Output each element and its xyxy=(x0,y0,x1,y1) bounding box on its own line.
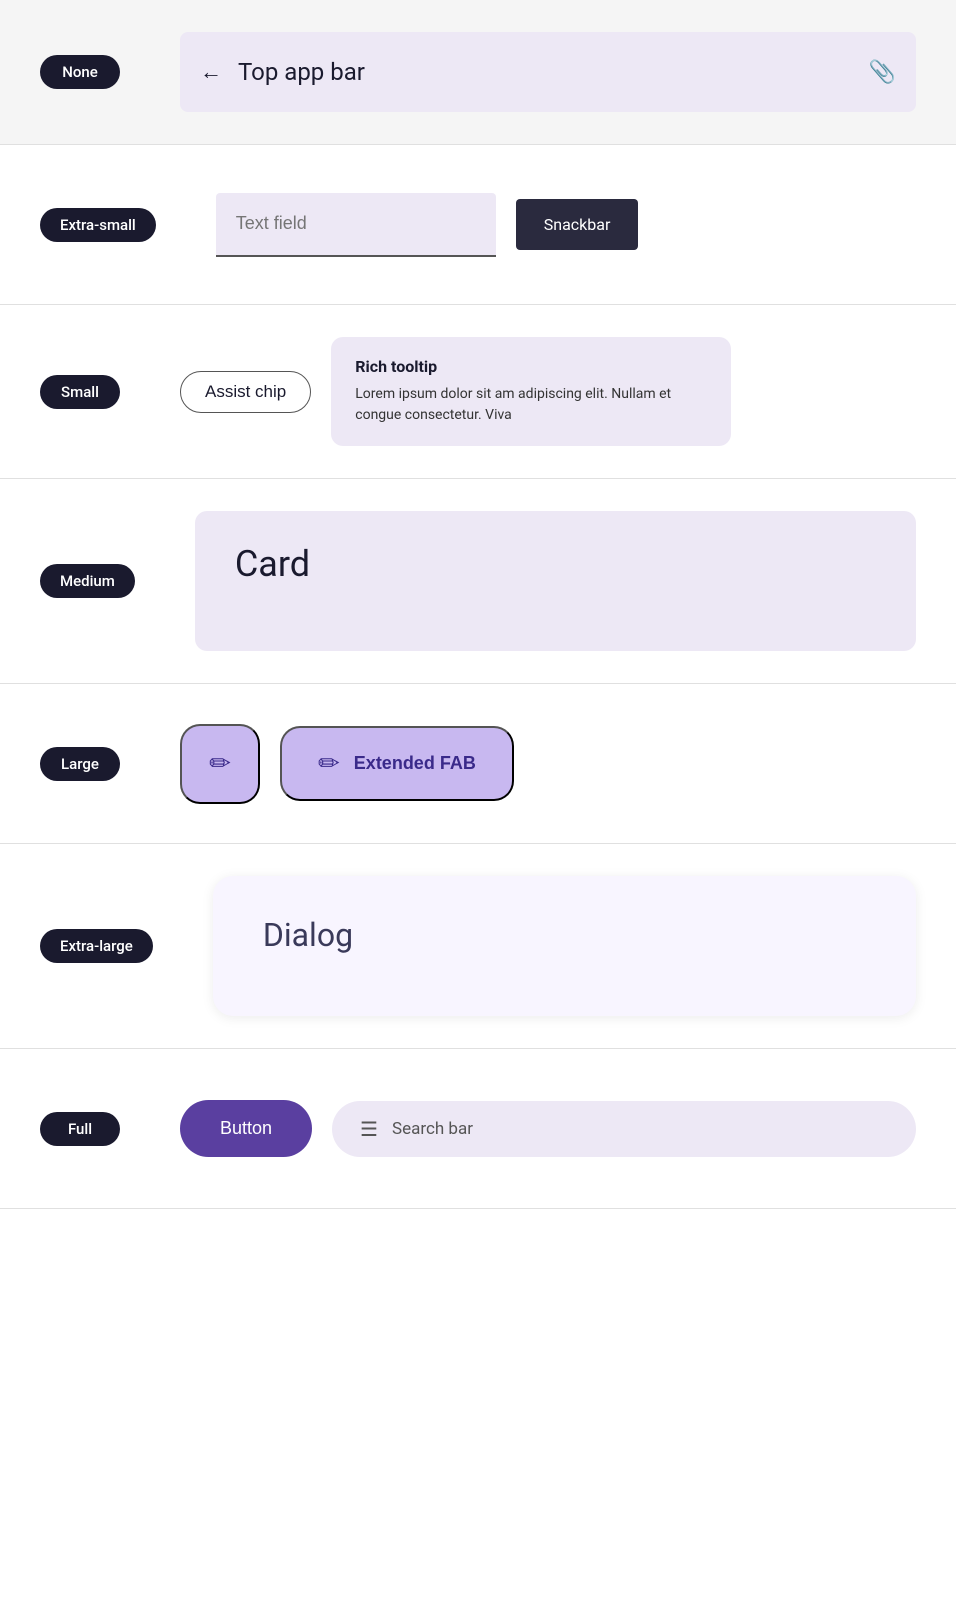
snackbar: Snackbar xyxy=(516,199,639,250)
row-full: Full Button ☰ Search bar xyxy=(0,1049,956,1209)
fab-button[interactable]: ✏ xyxy=(180,724,260,804)
badge-extra-small: Extra-small xyxy=(40,208,156,242)
attachment-icon[interactable]: 📎 xyxy=(869,60,896,85)
row-small: Small Assist chip Rich tooltip Lorem ips… xyxy=(0,305,956,479)
content-none: ← Top app bar 📎 xyxy=(180,32,916,112)
rich-tooltip-title: Rich tooltip xyxy=(355,357,707,376)
card-title: Card xyxy=(235,543,310,585)
badge-large: Large xyxy=(40,747,120,781)
extended-fab-button[interactable]: ✏ Extended FAB xyxy=(280,726,514,801)
extended-fab-pencil-icon: ✏ xyxy=(318,748,340,779)
row-none: None ← Top app bar 📎 xyxy=(0,0,956,145)
back-arrow-icon[interactable]: ← xyxy=(200,59,222,85)
fab-pencil-icon: ✏ xyxy=(209,748,231,779)
content-large: ✏ ✏ Extended FAB xyxy=(180,724,916,804)
row-medium: Medium Card xyxy=(0,479,956,684)
badge-extra-large: Extra-large xyxy=(40,929,153,963)
badge-medium: Medium xyxy=(40,564,135,598)
content-extra-small: Snackbar xyxy=(216,193,916,257)
dialog-title: Dialog xyxy=(263,916,353,954)
filled-button[interactable]: Button xyxy=(180,1100,312,1157)
content-full: Button ☰ Search bar xyxy=(180,1100,916,1157)
badge-small: Small xyxy=(40,375,120,409)
row-extra-large: Extra-large Dialog xyxy=(0,844,956,1049)
content-small: Assist chip Rich tooltip Lorem ipsum dol… xyxy=(180,337,916,446)
rich-tooltip-body: Lorem ipsum dolor sit am adipiscing elit… xyxy=(355,384,707,426)
card[interactable]: Card xyxy=(195,511,916,651)
row-extra-small: Extra-small Snackbar xyxy=(0,145,956,305)
search-bar-placeholder: Search bar xyxy=(392,1119,473,1139)
badge-none: None xyxy=(40,55,120,89)
menu-icon: ☰ xyxy=(360,1117,378,1141)
top-app-bar-title: Top app bar xyxy=(238,58,365,86)
text-field-input[interactable] xyxy=(216,193,496,257)
content-extra-large: Dialog xyxy=(213,876,916,1016)
content-medium: Card xyxy=(195,511,916,651)
rich-tooltip: Rich tooltip Lorem ipsum dolor sit am ad… xyxy=(331,337,731,446)
assist-chip[interactable]: Assist chip xyxy=(180,371,311,413)
dialog[interactable]: Dialog xyxy=(213,876,916,1016)
search-bar[interactable]: ☰ Search bar xyxy=(332,1101,916,1157)
badge-full: Full xyxy=(40,1112,120,1146)
top-app-bar-left: ← Top app bar xyxy=(200,58,365,86)
row-large: Large ✏ ✏ Extended FAB xyxy=(0,684,956,844)
top-app-bar: ← Top app bar 📎 xyxy=(180,32,916,112)
extended-fab-label: Extended FAB xyxy=(354,753,476,774)
